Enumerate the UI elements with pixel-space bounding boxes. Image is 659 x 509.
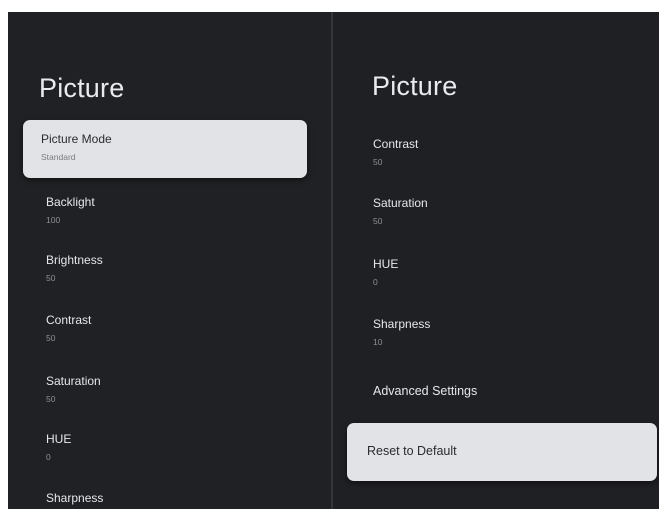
submenu-item-sharpness[interactable]: Sharpness 10: [373, 317, 430, 347]
picture-menu-panel: Picture Picture Mode Standard Backlight …: [8, 12, 331, 509]
submenu-item-saturation[interactable]: Saturation 50: [373, 196, 428, 226]
menu-item-picture-mode[interactable]: Picture Mode Standard: [23, 120, 307, 178]
picture-submenu-panel: Picture Contrast 50 Saturation 50 HUE 0 …: [333, 12, 659, 509]
menu-item-sharpness[interactable]: Sharpness: [46, 491, 103, 505]
submenu-item-label: Contrast: [373, 137, 419, 151]
submenu-item-value: 0: [373, 277, 378, 287]
menu-item-label: Saturation: [46, 374, 101, 388]
submenu-item-value: 50: [373, 157, 383, 167]
tv-settings-screen: Picture Picture Mode Standard Backlight …: [8, 12, 659, 509]
menu-item-label: Contrast: [46, 313, 92, 327]
menu-item-label: HUE: [46, 432, 72, 446]
menu-item-value: Standard: [41, 152, 76, 162]
submenu-item-contrast[interactable]: Contrast 50: [373, 137, 418, 167]
submenu-item-value: 50: [373, 216, 383, 226]
submenu-item-value: 10: [373, 337, 383, 347]
menu-item-backlight[interactable]: Backlight 100: [46, 195, 95, 225]
panel-title: Picture: [39, 73, 125, 103]
menu-item-label: Picture Mode: [41, 132, 112, 146]
menu-item-value: 50: [46, 394, 56, 404]
panel-title: Picture: [372, 71, 458, 101]
menu-item-value: 50: [46, 273, 56, 283]
menu-item-saturation[interactable]: Saturation 50: [46, 374, 101, 404]
submenu-item-label: Sharpness: [373, 317, 431, 331]
submenu-item-label: Saturation: [373, 196, 428, 210]
submenu-item-label: Advanced Settings: [373, 384, 478, 398]
menu-item-brightness[interactable]: Brightness 50: [46, 253, 103, 283]
menu-item-value: 100: [46, 215, 61, 225]
submenu-item-advanced-settings[interactable]: Advanced Settings: [373, 384, 477, 398]
menu-item-contrast[interactable]: Contrast 50: [46, 313, 91, 343]
menu-item-value: 50: [46, 333, 56, 343]
menu-item-label: Backlight: [46, 195, 95, 209]
menu-item-hue[interactable]: HUE 0: [46, 432, 71, 462]
menu-item-value: 0: [46, 452, 51, 462]
menu-item-label: Brightness: [46, 253, 103, 267]
reset-to-default-button[interactable]: Reset to Default: [347, 423, 657, 481]
submenu-item-hue[interactable]: HUE 0: [373, 257, 398, 287]
menu-item-label: Sharpness: [46, 491, 104, 505]
submenu-item-label: HUE: [373, 257, 399, 271]
